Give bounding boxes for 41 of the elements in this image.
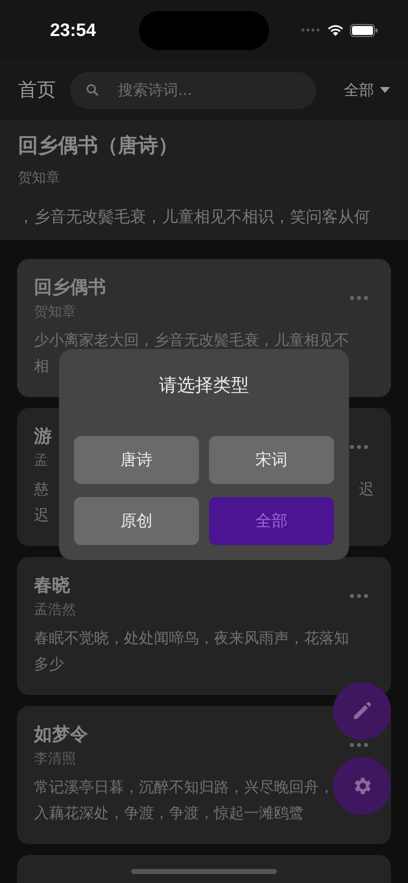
poem-author: 孟浩然	[34, 601, 76, 619]
poem-author: 李清照	[34, 750, 77, 768]
scrolling-verse: ，乡音无改鬓毛衰，儿童相见不相识，笑问客从何	[18, 207, 371, 228]
page-title: 首页	[18, 78, 56, 103]
type-option[interactable]: 全部	[209, 497, 334, 545]
search-input[interactable]: 搜索诗词...	[116, 80, 300, 100]
poem-text: 相	[34, 356, 49, 377]
poem-card[interactable]: 如梦令 李清照 常记溪亭日暮，沉醉不知归路，兴尽晚回舟， 入藕花深处，争渡，争渡，惊起一滩鸥鹭	[17, 706, 391, 844]
more-icon[interactable]	[350, 445, 368, 449]
dialog-title: 请选择类型	[159, 374, 249, 397]
poem-title: 游	[34, 425, 52, 448]
search-field[interactable]: 搜索诗词...	[70, 72, 316, 108]
type-option[interactable]: 唐诗	[74, 436, 199, 484]
poem-text: 少小离家老大回，乡音无改鬓毛衰，儿童相见不	[34, 330, 349, 351]
filter-dropdown[interactable]: 全部	[344, 80, 390, 100]
poem-text: 春眠不觉晓，处处闻啼鸟，夜来风雨声，花落知	[34, 628, 349, 649]
wifi-icon	[327, 24, 344, 36]
type-option[interactable]: 宋词	[209, 436, 334, 484]
featured-title: 回乡偶书（唐诗）	[18, 132, 179, 159]
search-icon	[86, 82, 99, 98]
more-icon[interactable]	[350, 594, 368, 598]
more-icon[interactable]	[350, 743, 368, 747]
poem-card[interactable]: 春晓 孟浩然 春眠不觉晓，处处闻啼鸟，夜来风雨声，花落知 多少	[17, 557, 391, 695]
poem-text: 多少	[34, 654, 64, 675]
signal-icon	[301, 28, 321, 32]
pencil-icon	[352, 701, 372, 721]
poem-title: 如梦令	[34, 723, 88, 746]
poem-text: 慈	[34, 479, 49, 500]
more-icon[interactable]	[350, 296, 368, 300]
poem-text: 常记溪亭日暮，沉醉不知归路，兴尽晚回舟，	[34, 777, 334, 798]
poem-text: 迟	[34, 505, 49, 526]
poem-text: 迟	[359, 479, 374, 500]
poem-author: 孟	[34, 452, 49, 470]
poem-title: 春晓	[34, 574, 71, 597]
poem-text: 入藕花深处，争渡，争渡，惊起一滩鸥鹭	[34, 803, 304, 824]
battery-icon	[350, 24, 378, 36]
status-time: 23:54	[50, 20, 96, 40]
featured-author: 贺知章	[18, 169, 61, 187]
type-option[interactable]: 原创	[74, 497, 199, 545]
poem-title: 回乡偶书	[34, 276, 106, 299]
caret-icon	[380, 87, 390, 93]
